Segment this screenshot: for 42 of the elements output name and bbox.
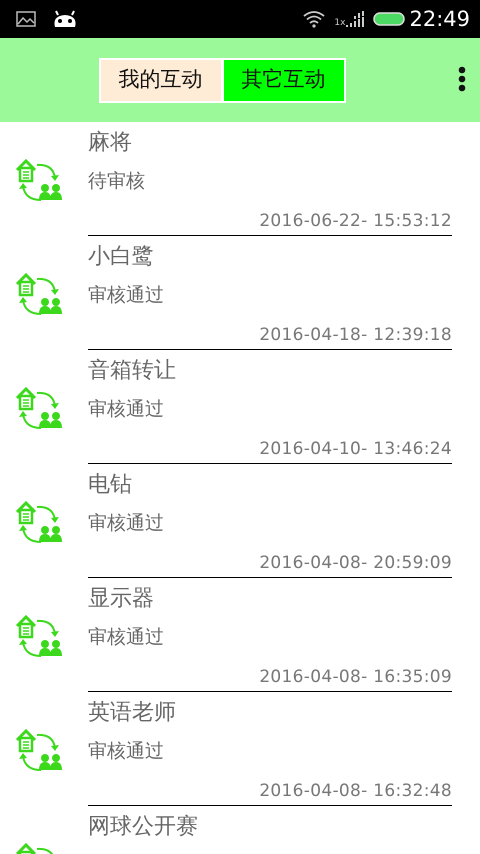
house-people-icon [15, 270, 63, 316]
list-item[interactable]: 英语老师 审核通过 2016-04-08- 16:32:48 [0, 692, 480, 806]
item-title: 小白鹭 [88, 244, 155, 270]
list-item[interactable]: 小白鹭 审核通过 2016-04-18- 12:39:18 [0, 236, 480, 350]
item-date: 2016-06-22- 15:53:12 [258, 210, 452, 232]
list-item[interactable]: 麻将 待审核 2016-06-22- 15:53:12 [0, 122, 480, 236]
signal-icon [345, 10, 366, 28]
item-title: 麻将 [88, 130, 133, 156]
item-status: 审核通过 [88, 398, 165, 422]
list-item[interactable]: 显示器 审核通过 2016-04-08- 16:35:09 [0, 578, 480, 692]
item-date: 2016-04-08- 20:59:09 [258, 552, 452, 574]
item-date: 2016-04-08- 16:35:09 [258, 666, 452, 688]
list-item[interactable]: 电钻 审核通过 2016-04-08- 20:59:09 [0, 464, 480, 578]
network-label: 1x [334, 18, 346, 28]
clock-time: 22:49 [409, 8, 470, 30]
tab[interactable]: 我的互动 [100, 60, 220, 100]
android-icon [52, 10, 78, 28]
item-title: 音箱转让 [88, 358, 177, 384]
item-status: 审核通过 [88, 626, 165, 650]
image-icon [16, 11, 36, 27]
house-people-icon [15, 384, 63, 430]
tab[interactable]: 其它互动 [224, 60, 344, 100]
item-title: 电钻 [88, 472, 133, 498]
battery-icon [373, 11, 406, 27]
house-people-icon [15, 726, 63, 772]
item-status: 待审核 [88, 170, 146, 194]
item-status: 审核通过 [88, 740, 165, 764]
list-item[interactable]: 网球公开赛 [0, 806, 480, 854]
house-people-icon [15, 612, 63, 658]
item-date: 2016-04-18- 12:39:18 [258, 324, 452, 346]
wifi-icon [302, 10, 326, 28]
item-status: 审核通过 [88, 284, 165, 308]
item-date: 2016-04-08- 16:32:48 [258, 780, 452, 802]
house-people-icon [15, 156, 63, 202]
item-status: 审核通过 [88, 512, 165, 536]
item-title: 显示器 [88, 586, 155, 612]
item-date: 2016-04-10- 13:46:24 [258, 438, 452, 460]
house-people-icon [15, 498, 63, 544]
item-title: 英语老师 [88, 700, 177, 726]
item-title: 网球公开赛 [88, 814, 199, 840]
menu-icon[interactable] [458, 66, 466, 92]
list-item[interactable]: 音箱转让 审核通过 2016-04-10- 13:46:24 [0, 350, 480, 464]
